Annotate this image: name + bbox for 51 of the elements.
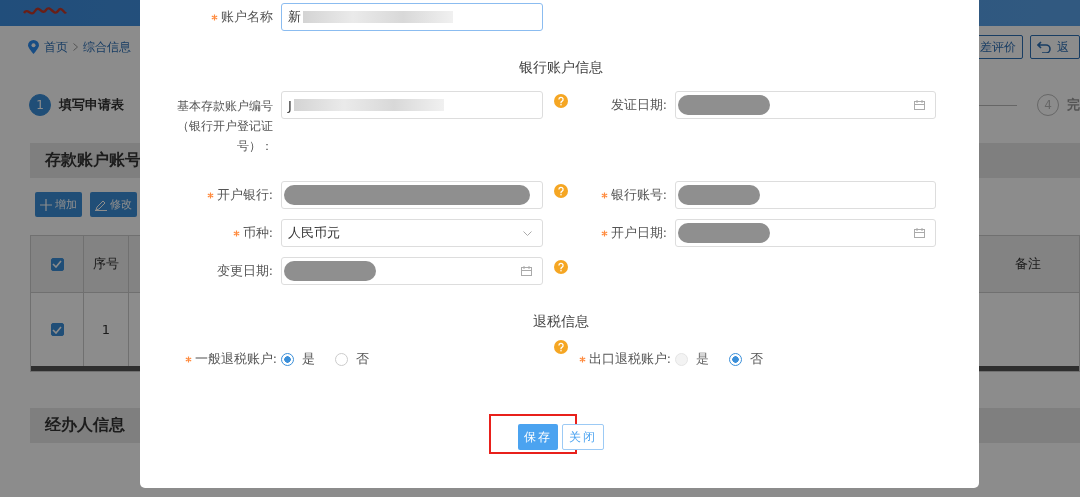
field-label: 银行账号: [610,186,667,204]
field-label: 开户日期: [610,224,667,242]
save-button[interactable]: 保存 [517,424,558,450]
checkbox[interactable] [50,323,64,336]
field-label: 开户银行: [216,186,273,204]
field-label: 账户名称 [221,8,273,26]
field-label: 基本存款账户编号（银行开户登记证号）： [176,98,273,155]
table-cell: 1 [101,322,111,337]
date-field[interactable] [675,219,936,247]
close-button[interactable]: 关闭 [561,424,604,450]
step-number: 1 [29,94,51,116]
step-label: 完 [1067,96,1080,114]
field-label: 出口退税账户: [588,350,671,368]
field-label: 币种: [242,224,273,242]
column-header: 备注 [1015,255,1041,273]
back-button[interactable]: 返 [1030,35,1080,59]
radio-label[interactable]: 是 [302,350,315,368]
checkbox[interactable] [50,257,64,271]
location-pin-icon [28,40,39,54]
section-title: 存款账户账号 [45,150,141,171]
chevron-down-icon [523,230,532,236]
column-header: 序号 [93,255,119,273]
input-field[interactable] [281,181,543,209]
field-label: 变更日期: [216,262,273,280]
date-field[interactable] [281,257,543,285]
pencil-icon [95,198,107,211]
calendar-icon [914,228,925,238]
radio-button[interactable] [281,352,294,366]
input-field[interactable]: J [281,91,543,119]
plus-icon [40,198,52,211]
breadcrumb-link[interactable]: 首页 [44,38,68,56]
field-label: 一般退税账户: [194,350,277,368]
calendar-icon [914,100,925,110]
select-field[interactable]: 人民币元 [281,219,543,247]
edit-button[interactable]: 修改 [90,192,137,217]
section-title: 经办人信息 [45,415,125,436]
calendar-icon [521,266,532,276]
section-title: 退税信息 [531,312,590,331]
radio-label[interactable]: 否 [356,350,369,368]
input-field[interactable]: 新 [281,3,543,31]
breadcrumb-link[interactable]: 综合信息 [83,38,131,56]
radio-button[interactable] [729,352,742,366]
chevron-right-icon [73,43,78,51]
input-field[interactable] [675,181,936,209]
add-button[interactable]: 增加 [35,192,82,217]
step-label: 填写申请表 [59,96,124,114]
return-arrow-icon [1037,41,1051,53]
radio-label[interactable]: 否 [750,350,763,368]
date-field[interactable] [675,91,936,119]
section-title: 银行账户信息 [517,58,604,77]
field-label: 发证日期: [610,96,667,114]
